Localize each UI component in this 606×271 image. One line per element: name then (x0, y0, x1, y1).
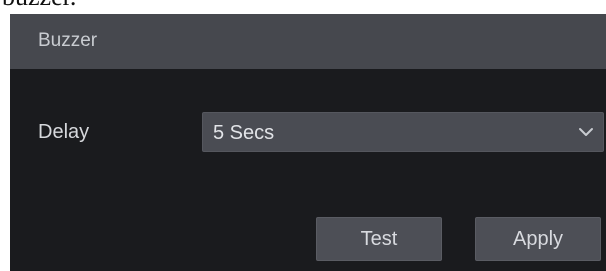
panel-title: Buzzer (38, 30, 98, 51)
document-caption: buzzer. (0, 0, 606, 14)
apply-button[interactable]: Apply (475, 217, 601, 261)
delay-select[interactable]: 5 Secs (202, 112, 604, 152)
caption-text: buzzer. (2, 0, 76, 10)
panel-header: Buzzer (10, 14, 606, 69)
buzzer-panel: Buzzer Delay 5 Secs Test Apply (10, 14, 606, 271)
delay-label: Delay (38, 121, 90, 143)
chevron-down-icon (579, 128, 593, 136)
page: buzzer. Buzzer Delay 5 Secs Test Apply (0, 0, 606, 271)
delay-select-value: 5 Secs (213, 122, 275, 144)
test-button[interactable]: Test (316, 217, 442, 261)
